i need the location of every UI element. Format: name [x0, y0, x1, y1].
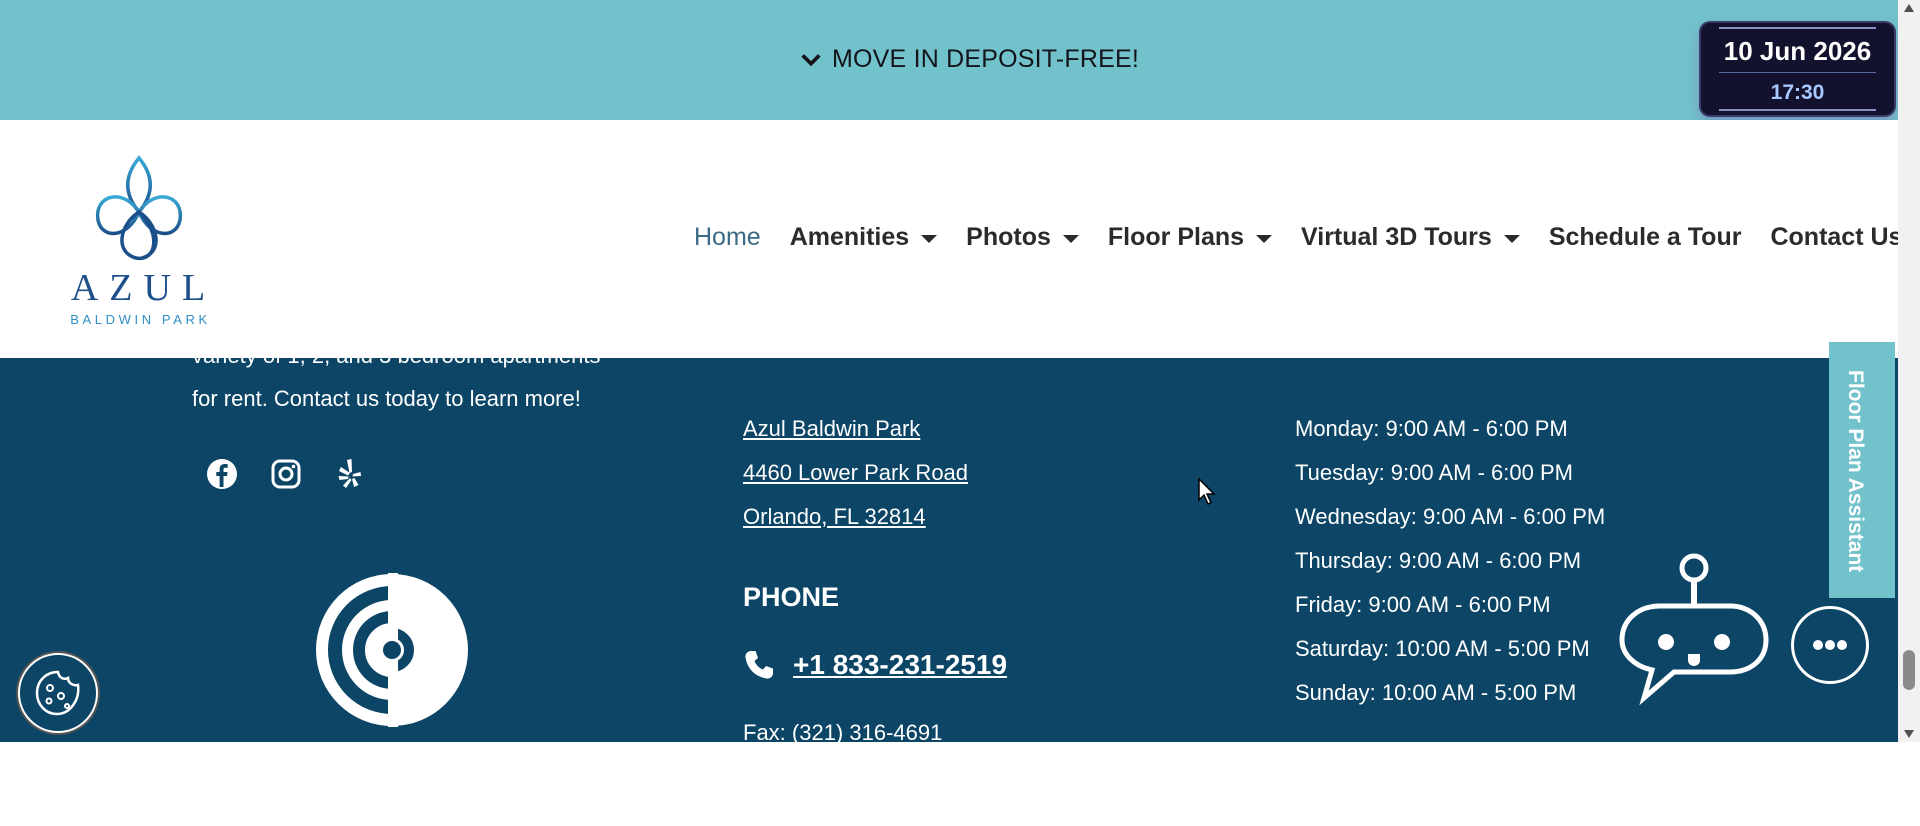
footer-intro-line-1: variety of 1, 2, and 3 bedroom apartment… [192, 358, 600, 369]
hours-row: Monday: 9:00 AM - 6:00 PM [1295, 416, 1568, 441]
nav-label: Photos [966, 223, 1051, 251]
scroll-up-arrow-icon[interactable] [1904, 4, 1914, 12]
nav-floor-plans[interactable]: Floor Plans [1107, 223, 1273, 252]
caret-down-icon [1503, 234, 1520, 243]
facebook-icon[interactable] [204, 456, 240, 492]
nav-schedule-a-tour[interactable]: Schedule a Tour [1549, 223, 1742, 252]
nav-home[interactable]: Home [694, 223, 761, 252]
nav-contact-us[interactable]: Contact Us [1770, 223, 1898, 252]
badge-divider [1719, 72, 1876, 73]
hours-row: Wednesday: 9:00 AM - 6:00 PM [1295, 504, 1606, 529]
nav-label: Home [694, 223, 761, 251]
scroll-down-arrow-icon[interactable] [1904, 730, 1914, 738]
hours-row: Saturday: 10:00 AM - 5:00 PM [1295, 636, 1590, 661]
badge-rule [1719, 109, 1876, 111]
caret-down-icon [1062, 234, 1079, 243]
nav-virtual-3d-tours[interactable]: Virtual 3D Tours [1301, 223, 1520, 252]
chatbot-icon[interactable] [1618, 550, 1770, 708]
phone-heading: PHONE [743, 582, 840, 612]
mouse-cursor-icon [1198, 478, 1216, 506]
chevron-down-icon [801, 53, 821, 66]
site-header: AZUL BALDWIN PARK Home Amenities Photos … [0, 120, 1898, 358]
site-logo[interactable]: AZUL BALDWIN PARK [56, 154, 221, 327]
footer-intro-line-2: for rent. Contact us today to learn more… [192, 386, 581, 411]
logo-wordmark: AZUL [70, 267, 217, 309]
fax-text: Fax: (321) 316-4691 [743, 720, 943, 742]
office-hours: Monday: 9:00 AM - 6:00 PM Tuesday: 9:00 … [1295, 416, 1605, 724]
cookie-icon [35, 670, 80, 716]
lotus-logo-icon [95, 155, 182, 260]
caret-down-icon [1256, 234, 1273, 243]
badge-rule [1719, 27, 1876, 29]
nav-label: Contact Us [1770, 223, 1898, 251]
address-line-3-link[interactable]: Orlando, FL 32814 [743, 504, 926, 530]
phone-icon [745, 651, 773, 679]
hours-row: Thursday: 9:00 AM - 6:00 PM [1295, 548, 1582, 573]
instagram-icon[interactable] [268, 456, 304, 492]
chat-options-button[interactable] [1791, 606, 1869, 684]
scrollbar-thumb[interactable] [1903, 650, 1915, 690]
address-line-2-link[interactable]: 4460 Lower Park Road [743, 460, 968, 486]
nav-amenities[interactable]: Amenities [789, 223, 938, 252]
yelp-icon[interactable] [332, 456, 368, 492]
date-text: 10 Jun 2026 [1723, 36, 1872, 66]
nav-label: Floor Plans [1107, 223, 1245, 251]
address-line-1-link[interactable]: Azul Baldwin Park [743, 416, 920, 442]
logo-subtitle: BALDWIN PARK [70, 312, 211, 327]
site-footer: variety of 1, 2, and 3 bedroom apartment… [0, 358, 1898, 742]
promo-toggle[interactable]: MOVE IN DEPOSIT-FREE! [800, 45, 1139, 74]
hours-row: Friday: 9:00 AM - 6:00 PM [1295, 592, 1551, 617]
caret-down-icon [921, 234, 938, 243]
management-company-logo [316, 573, 468, 727]
cookie-settings-button[interactable] [18, 653, 98, 733]
nav-label: Schedule a Tour [1548, 223, 1742, 251]
page-scrollbar[interactable] [1898, 0, 1920, 742]
nav-label: Amenities [789, 223, 910, 251]
nav-label: Virtual 3D Tours [1301, 223, 1492, 251]
date-time-badge: 10 Jun 2026 17:30 [1701, 23, 1894, 115]
main-nav: Home Amenities Photos Floor Plans Virtua… [694, 223, 1898, 252]
floor-plan-assistant-tab[interactable]: Floor Plan Assistant [1829, 342, 1895, 598]
promo-banner: MOVE IN DEPOSIT-FREE! [0, 0, 1898, 120]
hours-row: Sunday: 10:00 AM - 5:00 PM [1295, 680, 1577, 705]
hours-row: Tuesday: 9:00 AM - 6:00 PM [1295, 460, 1573, 485]
more-horizontal-icon [1813, 640, 1847, 650]
phone-link[interactable]: +1 833-231-2519 [793, 649, 1007, 681]
browser-viewport: MOVE IN DEPOSIT-FREE! 10 Jun 2026 17:30 [0, 0, 1898, 742]
nav-photos[interactable]: Photos [966, 223, 1079, 252]
promo-text: MOVE IN DEPOSIT-FREE! [832, 45, 1140, 73]
time-text: 17:30 [1770, 81, 1825, 104]
floor-plan-assistant-label: Floor Plan Assistant [1844, 370, 1867, 573]
